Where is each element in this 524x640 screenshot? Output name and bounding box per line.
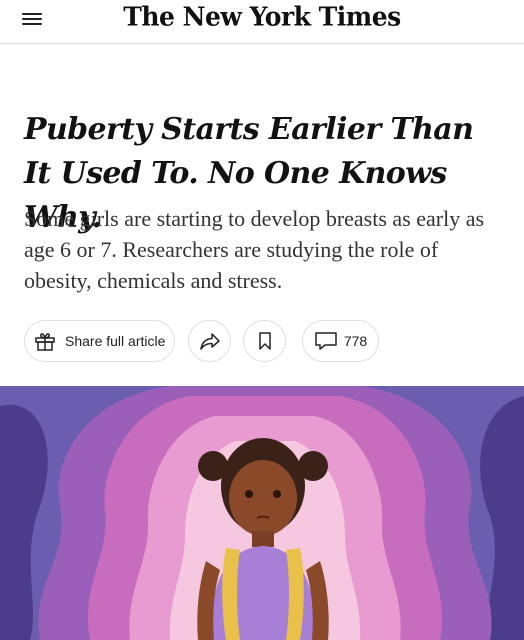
bookmark-icon [258,331,272,351]
share-arrow-button[interactable] [188,320,231,362]
gift-icon [33,329,57,353]
comments-button[interactable]: 778 [302,320,379,362]
article-summary: Some girls are starting to develop breas… [24,206,485,293]
bookmark-button[interactable] [243,320,286,362]
hero-illustration [0,386,524,640]
top-bar: The New York Times [0,0,524,44]
share-label: Share full article [65,333,166,349]
share-arrow-icon [199,331,221,351]
comment-bubble-icon [314,331,338,351]
article-actions: Share full article 778 [24,320,504,362]
share-full-article-button[interactable]: Share full article [24,320,175,362]
comments-count: 778 [343,333,368,349]
masthead-logo[interactable]: The New York Times [0,1,524,31]
